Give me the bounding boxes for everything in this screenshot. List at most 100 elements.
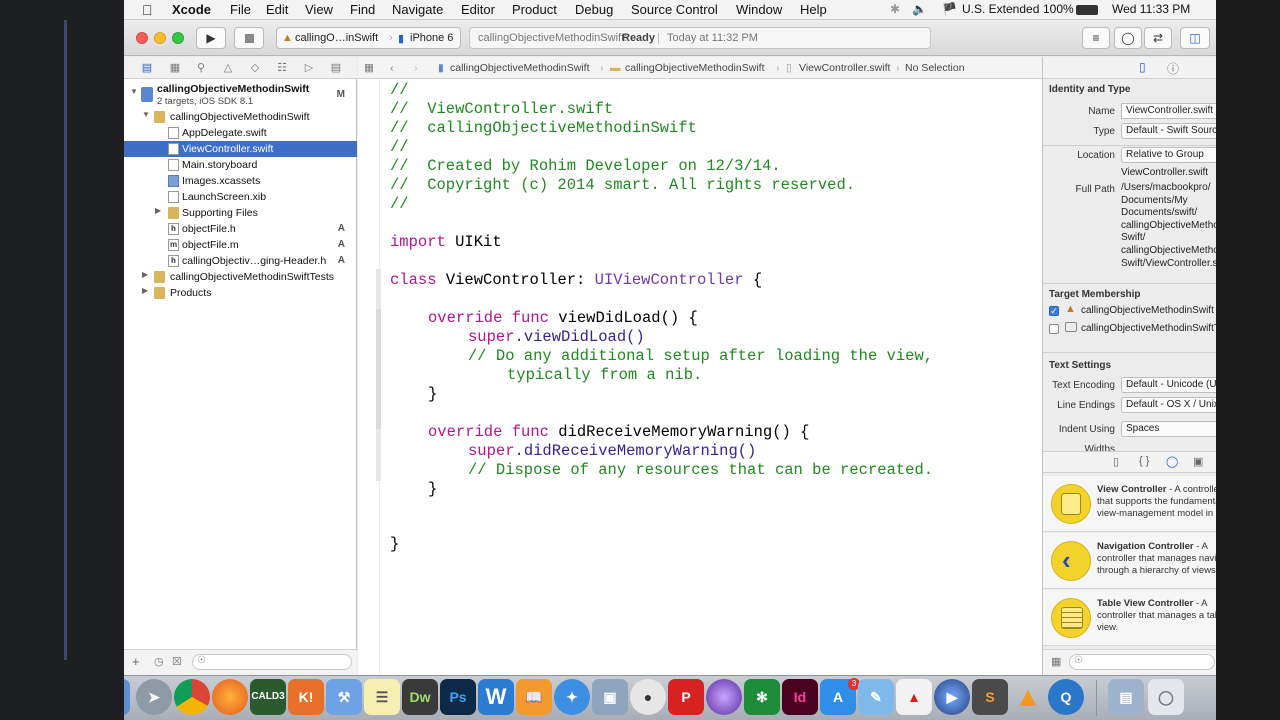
library-item-navigation-controller[interactable]: ‹ Navigation Controller - A controller t… xyxy=(1043,533,1216,589)
forward-icon[interactable]: › xyxy=(414,62,418,74)
scheme-selector[interactable]: ▲ callingO…inSwift › ▮ iPhone 6 xyxy=(276,27,461,49)
target-checkbox-tests[interactable] xyxy=(1049,324,1059,334)
warning-icon[interactable]: △ xyxy=(221,61,235,75)
quicktime-q-icon[interactable]: Q xyxy=(1048,679,1084,715)
help-icon[interactable]: ⓘ xyxy=(1167,60,1179,77)
keynote-icon[interactable]: K! xyxy=(288,679,324,715)
bluetooth-icon[interactable]: ✱ xyxy=(890,2,900,16)
library-item-table-view-controller[interactable]: Table View Controller - A controller tha… xyxy=(1043,590,1216,646)
log-icon[interactable]: ▤ xyxy=(329,61,343,75)
nav-item-storyboard[interactable]: Main.storyboard xyxy=(124,157,357,173)
stop-button[interactable] xyxy=(234,27,264,49)
add-icon[interactable]: + xyxy=(132,654,140,669)
menu-edit[interactable]: Edit xyxy=(266,2,288,17)
name-field[interactable]: ViewController.swift xyxy=(1121,103,1216,119)
crumb-selection[interactable]: No Selection xyxy=(905,62,965,74)
menu-find[interactable]: Find xyxy=(350,2,375,17)
disclosure-right-icon[interactable]: ▶ xyxy=(142,286,148,295)
version-editor-button[interactable]: ⇄ xyxy=(1144,27,1172,49)
menu-view[interactable]: View xyxy=(305,2,333,17)
folder-icon[interactable]: ▤ xyxy=(140,61,154,75)
breakpoint-icon[interactable]: ▷ xyxy=(302,61,316,75)
nav-item-launchscreen[interactable]: LaunchScreen.xib xyxy=(124,189,357,205)
disclosure-down-icon[interactable]: ▼ xyxy=(142,110,150,119)
location-popup[interactable]: Relative to Group xyxy=(1121,147,1216,163)
assistant-editor-button[interactable]: ◯ xyxy=(1114,27,1142,49)
symbol-icon[interactable]: ▦ xyxy=(168,61,182,75)
menu-product[interactable]: Product xyxy=(512,2,557,17)
test-icon[interactable]: ◇ xyxy=(248,61,262,75)
nav-group-main[interactable]: ▼ callingObjectiveMethodinSwift xyxy=(124,109,357,125)
photoshop-icon[interactable]: Ps xyxy=(440,679,476,715)
nav-group-tests[interactable]: ▶ callingObjectiveMethodinSwiftTests xyxy=(124,269,357,285)
nav-item-appdelegate[interactable]: AppDelegate.swift xyxy=(124,125,357,141)
library-item-view-controller[interactable]: View Controller - A controller that supp… xyxy=(1043,476,1216,532)
xcode-blueprint-icon[interactable]: ✎ xyxy=(858,679,894,715)
nav-item-xcassets[interactable]: Images.xcassets xyxy=(124,173,357,189)
menu-app[interactable]: Xcode xyxy=(172,2,211,17)
volume-icon[interactable]: 🔈 xyxy=(912,2,927,16)
trash-icon[interactable]: ◯ xyxy=(1148,679,1184,715)
nav-item-objectfile-m[interactable]: m objectFile.m A xyxy=(124,237,357,253)
dreamweaver-icon[interactable]: Dw xyxy=(402,679,438,715)
menu-window[interactable]: Window xyxy=(736,2,782,17)
recent-icon[interactable]: ◷ xyxy=(154,655,164,668)
chrome-icon[interactable] xyxy=(174,679,210,715)
indesign-icon[interactable]: Id xyxy=(782,679,818,715)
nav-item-objectfile-h[interactable]: h objectFile.h A xyxy=(124,221,357,237)
ibooks-icon[interactable]: 📖 xyxy=(516,679,552,715)
debug-icon[interactable]: ☷ xyxy=(275,61,289,75)
nav-item-bridging-header[interactable]: h callingObjectiv…ging-Header.h A xyxy=(124,253,357,269)
nav-group-products[interactable]: ▶ Products xyxy=(124,285,357,301)
input-source[interactable]: U.S. Extended xyxy=(962,2,1039,16)
crumb-project[interactable]: callingObjectiveMethodinSwift xyxy=(450,62,589,74)
navigator-filter-input[interactable]: ☉ xyxy=(192,654,352,670)
file-template-icon[interactable]: ▯ xyxy=(1113,455,1119,468)
vlc-icon[interactable]: ▲ xyxy=(1010,679,1046,715)
pinterest-icon[interactable]: P xyxy=(668,679,704,715)
finder-icon[interactable] xyxy=(124,679,130,715)
minimize-window-button[interactable] xyxy=(154,32,166,44)
nav-item-viewcontroller[interactable]: ViewController.swift xyxy=(124,141,357,157)
line-endings-popup[interactable]: Default - OS X / Unix (LF) xyxy=(1121,397,1216,413)
evernote-icon[interactable]: ● xyxy=(630,679,666,715)
encoding-popup[interactable]: Default - Unicode (UTF-8) xyxy=(1121,377,1216,393)
project-row[interactable]: ▼ callingObjectiveMethodinSwift 2 target… xyxy=(124,83,357,109)
mindmap-icon[interactable]: ✻ xyxy=(744,679,780,715)
photos-icon[interactable]: ▣ xyxy=(592,679,628,715)
xcode-icon[interactable]: ⚒ xyxy=(326,679,362,715)
zoom-window-button[interactable] xyxy=(172,32,184,44)
battery-percent[interactable]: 100% xyxy=(1043,2,1074,16)
related-items-icon[interactable]: ▦ xyxy=(364,62,374,74)
crumb-group[interactable]: callingObjectiveMethodinSwift xyxy=(625,62,764,74)
menu-debug[interactable]: Debug xyxy=(575,2,613,17)
grid-view-icon[interactable]: ▦ xyxy=(1051,655,1061,668)
cald3-icon[interactable]: CALD3 xyxy=(250,679,286,715)
disclosure-right-icon[interactable]: ▶ xyxy=(155,206,161,215)
search-icon[interactable]: ⚲ xyxy=(194,61,208,75)
target-checkbox-app[interactable]: ✓ xyxy=(1049,306,1059,316)
menu-file[interactable]: File xyxy=(230,2,251,17)
menu-help[interactable]: Help xyxy=(800,2,827,17)
toggle-navigator-button[interactable]: ◫ xyxy=(1180,27,1210,49)
applications-folder-icon[interactable]: ▤ xyxy=(1108,679,1144,715)
safari-tech-icon[interactable] xyxy=(706,679,742,715)
media-library-icon[interactable]: ▣ xyxy=(1193,455,1203,468)
object-library-icon[interactable]: ◯ xyxy=(1166,455,1178,468)
acrobat-icon[interactable]: ▲ xyxy=(896,679,932,715)
sublime-icon[interactable]: S xyxy=(972,679,1008,715)
notes-icon[interactable]: ☰ xyxy=(364,679,400,715)
disclosure-right-icon[interactable]: ▶ xyxy=(142,270,148,279)
flag-icon[interactable]: 🏴 xyxy=(942,2,957,16)
menu-navigate[interactable]: Navigate xyxy=(392,2,443,17)
standard-editor-button[interactable]: ≡ xyxy=(1082,27,1110,49)
word-icon[interactable]: W xyxy=(478,679,514,715)
firefox-icon[interactable] xyxy=(212,679,248,715)
menu-source-control[interactable]: Source Control xyxy=(631,2,718,17)
quicktime-icon[interactable]: ▶ xyxy=(934,679,970,715)
library-filter-input[interactable]: ☉ xyxy=(1069,654,1215,670)
back-icon[interactable]: ‹ xyxy=(390,62,394,74)
safari-icon[interactable]: ✦ xyxy=(554,679,590,715)
code-fold-ribbon[interactable] xyxy=(376,309,381,429)
type-popup[interactable]: Default - Swift Source xyxy=(1121,123,1216,139)
